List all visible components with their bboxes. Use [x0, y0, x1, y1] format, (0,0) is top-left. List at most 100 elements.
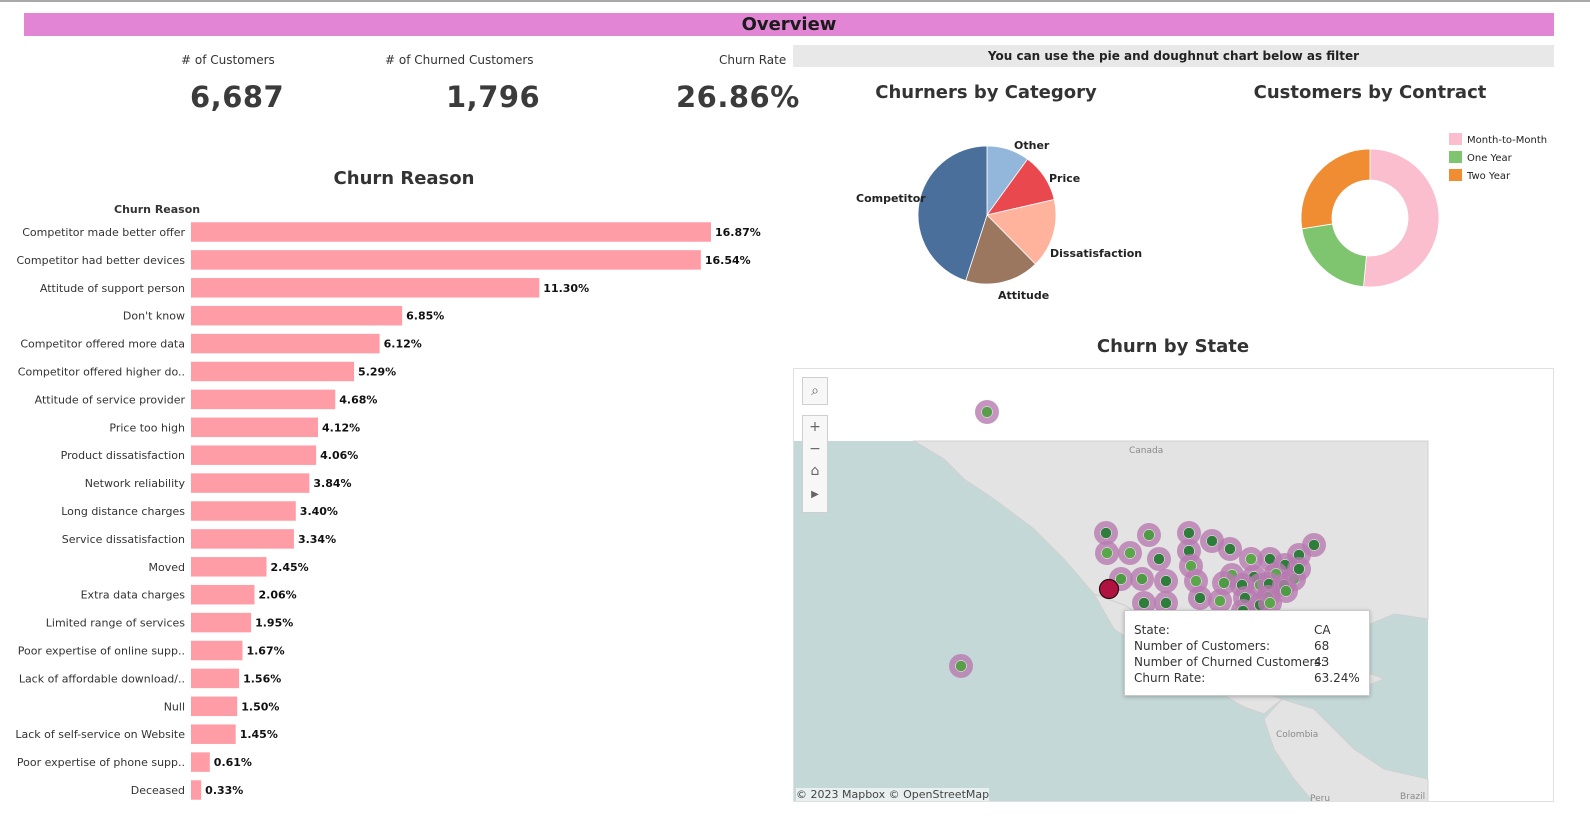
state-marker[interactable] — [1124, 547, 1136, 559]
state-marker[interactable] — [1190, 575, 1202, 587]
state-marker[interactable] — [1245, 553, 1257, 565]
kpi-customers-label: # of Customers — [181, 53, 275, 67]
churn-reason-title: Churn Reason — [333, 168, 475, 189]
filter-note: You can use the pie and doughnut chart b… — [793, 45, 1554, 67]
bar-value-label: 3.40% — [300, 505, 338, 518]
map-tooltip: State: CA Number of Customers: 68 Number… — [1124, 610, 1370, 696]
bar-category-service-dissatisfaction: Service dissatisfaction — [62, 533, 185, 546]
bar-poor-expertise-of-phone-supp[interactable] — [191, 752, 210, 772]
bar-value-label: 1.56% — [243, 672, 281, 685]
play-icon[interactable]: ▶ — [803, 482, 827, 508]
customers-by-contract-title: Customers by Contract — [1253, 82, 1487, 103]
map-label-colombia: Colombia — [1276, 730, 1318, 740]
churners-by-category-title: Churners by Category — [875, 82, 1097, 103]
map-zoom-controls: + − ⌂ ▶ — [802, 415, 828, 513]
state-marker[interactable] — [955, 660, 967, 672]
legend-swatch-two-year[interactable] — [1449, 169, 1462, 181]
state-marker[interactable] — [1160, 597, 1172, 609]
bar-category-don-t-know: Don't know — [123, 310, 185, 323]
bar-category-price-too-high: Price too high — [109, 421, 185, 434]
state-marker[interactable] — [1138, 597, 1150, 609]
bar-value-label: 1.67% — [246, 645, 284, 658]
legend-swatch-one-year[interactable] — [1449, 151, 1462, 163]
state-marker-selected-ca[interactable] — [1098, 578, 1120, 600]
bar-competitor-made-better-offer[interactable] — [191, 222, 711, 242]
bar-moved[interactable] — [191, 557, 267, 577]
bar-value-label: 1.45% — [240, 728, 278, 741]
state-marker[interactable] — [1160, 575, 1172, 587]
bar-price-too-high[interactable] — [191, 417, 318, 438]
kpi-churn-rate-value: 26.86% — [676, 80, 800, 114]
bar-value-label: 4.68% — [339, 393, 377, 406]
tooltip-rate-value: 63.24% — [1314, 671, 1360, 685]
state-marker[interactable] — [1101, 547, 1113, 559]
bar-null[interactable] — [191, 696, 238, 717]
bar-network-reliability[interactable] — [191, 473, 310, 493]
bar-category-poor-expertise-of-online-supp: Poor expertise of online supp.. — [18, 645, 185, 658]
bar-competitor-offered-more-data[interactable] — [191, 333, 380, 354]
state-marker[interactable] — [1136, 573, 1148, 585]
bar-attitude-of-support-person[interactable] — [191, 278, 540, 298]
pie-label-competitor: Competitor — [856, 192, 926, 205]
bar-category-poor-expertise-of-phone-supp: Poor expertise of phone supp.. — [17, 756, 185, 769]
donut-slice-month-to-month[interactable] — [1363, 148, 1440, 288]
legend-label-month-to-month[interactable]: Month-to-Month — [1467, 135, 1547, 146]
state-marker[interactable] — [1153, 553, 1165, 565]
state-marker[interactable] — [1308, 539, 1320, 551]
legend-label-two-year[interactable]: Two Year — [1466, 171, 1511, 182]
bar-category-moved: Moved — [149, 561, 185, 574]
state-marker[interactable] — [1194, 592, 1206, 604]
churn-by-state-title: Churn by State — [1096, 336, 1250, 357]
churners-by-category-pie[interactable]: Competitor Attitude Dissatisfaction Price Ot… — [840, 125, 1150, 315]
bar-category-long-distance-charges: Long distance charges — [61, 505, 185, 518]
bar-competitor-had-better-devices[interactable] — [191, 250, 701, 270]
tooltip-customers-value: 68 — [1314, 639, 1330, 653]
state-marker[interactable] — [1224, 543, 1236, 555]
churn-by-state-map[interactable]: Canada Colombia Peru Brazil ⌕ + − ⌂ ▶ — [793, 368, 1554, 802]
search-icon[interactable]: ⌕ — [802, 377, 828, 405]
legend-label-one-year[interactable]: One Year — [1467, 153, 1513, 164]
zoom-in-icon[interactable]: + — [803, 416, 827, 438]
bar-competitor-offered-higher-do[interactable] — [191, 361, 355, 382]
bar-don-t-know[interactable] — [191, 305, 403, 326]
bar-limited-range-of-services[interactable] — [191, 612, 252, 633]
legend-swatch-month-to-month[interactable] — [1449, 133, 1462, 145]
zoom-out-icon[interactable]: − — [803, 438, 827, 460]
bar-deceased[interactable] — [191, 780, 202, 800]
state-marker[interactable] — [1218, 577, 1230, 589]
bar-lack-of-affordable-download[interactable] — [191, 668, 240, 689]
bar-long-distance-charges[interactable] — [191, 501, 296, 521]
bar-lack-of-self-service-on-website[interactable] — [191, 724, 236, 744]
bar-service-dissatisfaction[interactable] — [191, 529, 294, 549]
state-marker[interactable] — [1183, 527, 1195, 539]
bar-value-label: 6.85% — [406, 310, 444, 323]
map-canvas: Canada Colombia Peru Brazil — [794, 369, 1553, 801]
bar-value-label: 16.54% — [705, 254, 751, 267]
state-marker[interactable] — [1264, 597, 1276, 609]
bar-attitude-of-service-provider[interactable] — [191, 389, 336, 410]
customers-by-contract-doughnut[interactable]: Month-to-Month One Year Two Year — [1290, 125, 1570, 305]
state-marker[interactable] — [1293, 563, 1305, 575]
bar-category-competitor-made-better-offer: Competitor made better offer — [22, 226, 185, 239]
state-marker[interactable] — [1100, 527, 1112, 539]
pie-label-dissatisfaction: Dissatisfaction — [1050, 247, 1142, 260]
bar-value-label: 16.87% — [715, 226, 761, 239]
state-marker[interactable] — [1280, 585, 1292, 597]
state-marker[interactable] — [1143, 529, 1155, 541]
pie-label-other: Other — [1014, 139, 1050, 152]
bar-poor-expertise-of-online-supp[interactable] — [191, 640, 243, 661]
bar-value-label: 5.29% — [358, 366, 396, 379]
state-marker[interactable] — [1214, 595, 1226, 607]
home-icon[interactable]: ⌂ — [803, 460, 827, 482]
page-title: Overview — [24, 13, 1554, 36]
bar-product-dissatisfaction[interactable] — [191, 445, 317, 465]
bar-category-extra-data-charges: Extra data charges — [81, 589, 186, 602]
state-marker[interactable] — [1115, 573, 1127, 585]
bar-extra-data-charges[interactable] — [191, 584, 255, 605]
donut-slice-one-year[interactable] — [1301, 223, 1367, 288]
state-marker[interactable] — [981, 406, 993, 418]
map-attribution[interactable]: © 2023 Mapbox © OpenStreetMap — [796, 788, 990, 801]
donut-slice-two-year[interactable] — [1300, 148, 1371, 230]
state-marker[interactable] — [1206, 535, 1218, 547]
bar-category-attitude-of-service-provider: Attitude of service provider — [35, 393, 186, 406]
